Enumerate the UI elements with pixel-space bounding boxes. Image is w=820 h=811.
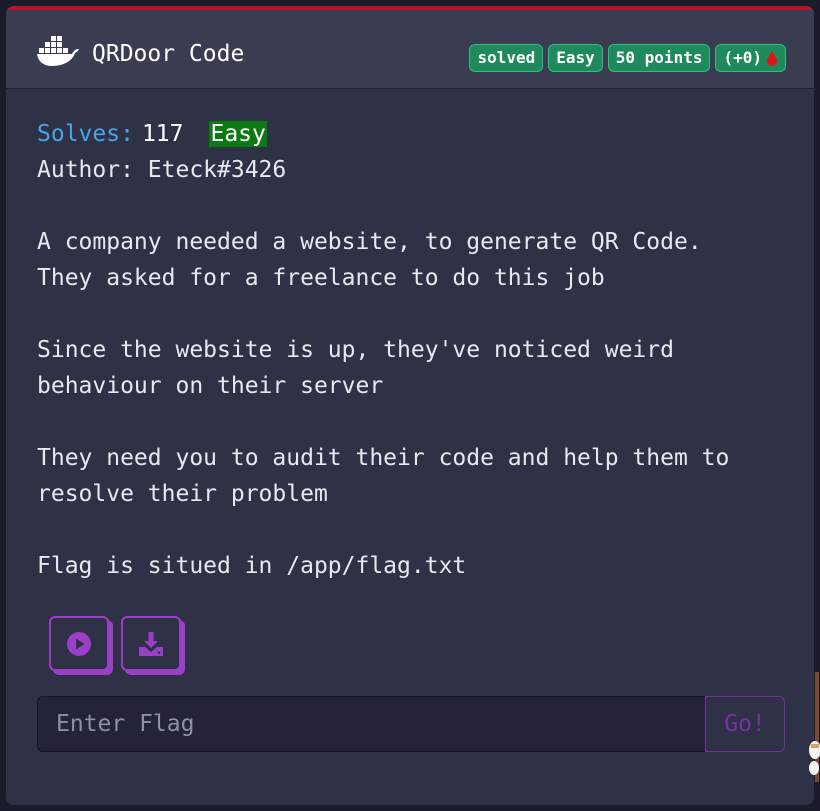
challenge-description: A company needed a website, to generate … (37, 224, 797, 584)
blood-drop-icon (767, 50, 777, 66)
points-badge-label: 50 points (615, 48, 703, 67)
difficulty-tag: Easy (209, 121, 267, 147)
solved-badge-label: solved (477, 48, 536, 67)
mascot-peek-icon (809, 672, 820, 782)
download-icon (139, 631, 163, 656)
description-line: resolve their problem (37, 481, 328, 507)
play-circle-icon (67, 631, 91, 656)
description-line: Since the website is up, they've noticed… (37, 337, 674, 363)
solves-count: 117 (141, 121, 184, 147)
solved-badge: solved (469, 44, 544, 72)
challenge-body: Solves: 117 Easy Author: Eteck#3426 A comp… (37, 116, 797, 584)
points-badge: 50 points (607, 44, 711, 72)
description-line: Flag is situed in /app/flag.txt (37, 553, 467, 579)
flag-form: Go! (37, 696, 785, 752)
description-line: A company needed a website, to generate … (37, 229, 702, 255)
badge-group: solved Easy 50 points (+0) (469, 44, 786, 72)
docker-whale-icon (37, 36, 79, 66)
card-header: QRDoor Code solved Easy 50 points (+0) (6, 10, 814, 89)
submit-flag-button[interactable]: Go! (705, 696, 785, 752)
flag-input[interactable] (37, 696, 705, 752)
author-line: Author: Eteck#3426 (37, 157, 287, 183)
description-line: behaviour on their server (37, 373, 384, 399)
description-line: They need you to audit their code and he… (37, 445, 730, 471)
solves-line: Solves: 117 Easy (37, 116, 797, 152)
challenge-card: QRDoor Code solved Easy 50 points (+0) S… (6, 6, 814, 805)
difficulty-badge-label: Easy (556, 48, 595, 67)
start-instance-button[interactable] (49, 616, 109, 671)
first-blood-label: (+0) (723, 48, 762, 67)
first-blood-badge: (+0) (715, 44, 786, 72)
challenge-title: QRDoor Code (92, 41, 245, 67)
solves-label: Solves: (37, 121, 134, 147)
action-buttons (49, 616, 181, 671)
download-files-button[interactable] (121, 616, 181, 671)
description-line: They asked for a freelance to do this jo… (37, 265, 605, 291)
difficulty-badge: Easy (548, 44, 603, 72)
